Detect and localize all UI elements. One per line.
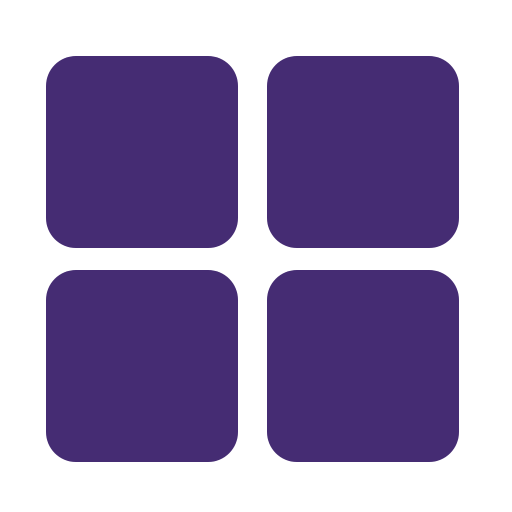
tile-bottom-left — [46, 270, 238, 462]
grid-icon — [0, 0, 512, 512]
tile-top-right — [267, 56, 459, 248]
tile-bottom-right — [267, 270, 459, 462]
canvas — [0, 0, 512, 512]
tile-top-left — [46, 56, 238, 248]
